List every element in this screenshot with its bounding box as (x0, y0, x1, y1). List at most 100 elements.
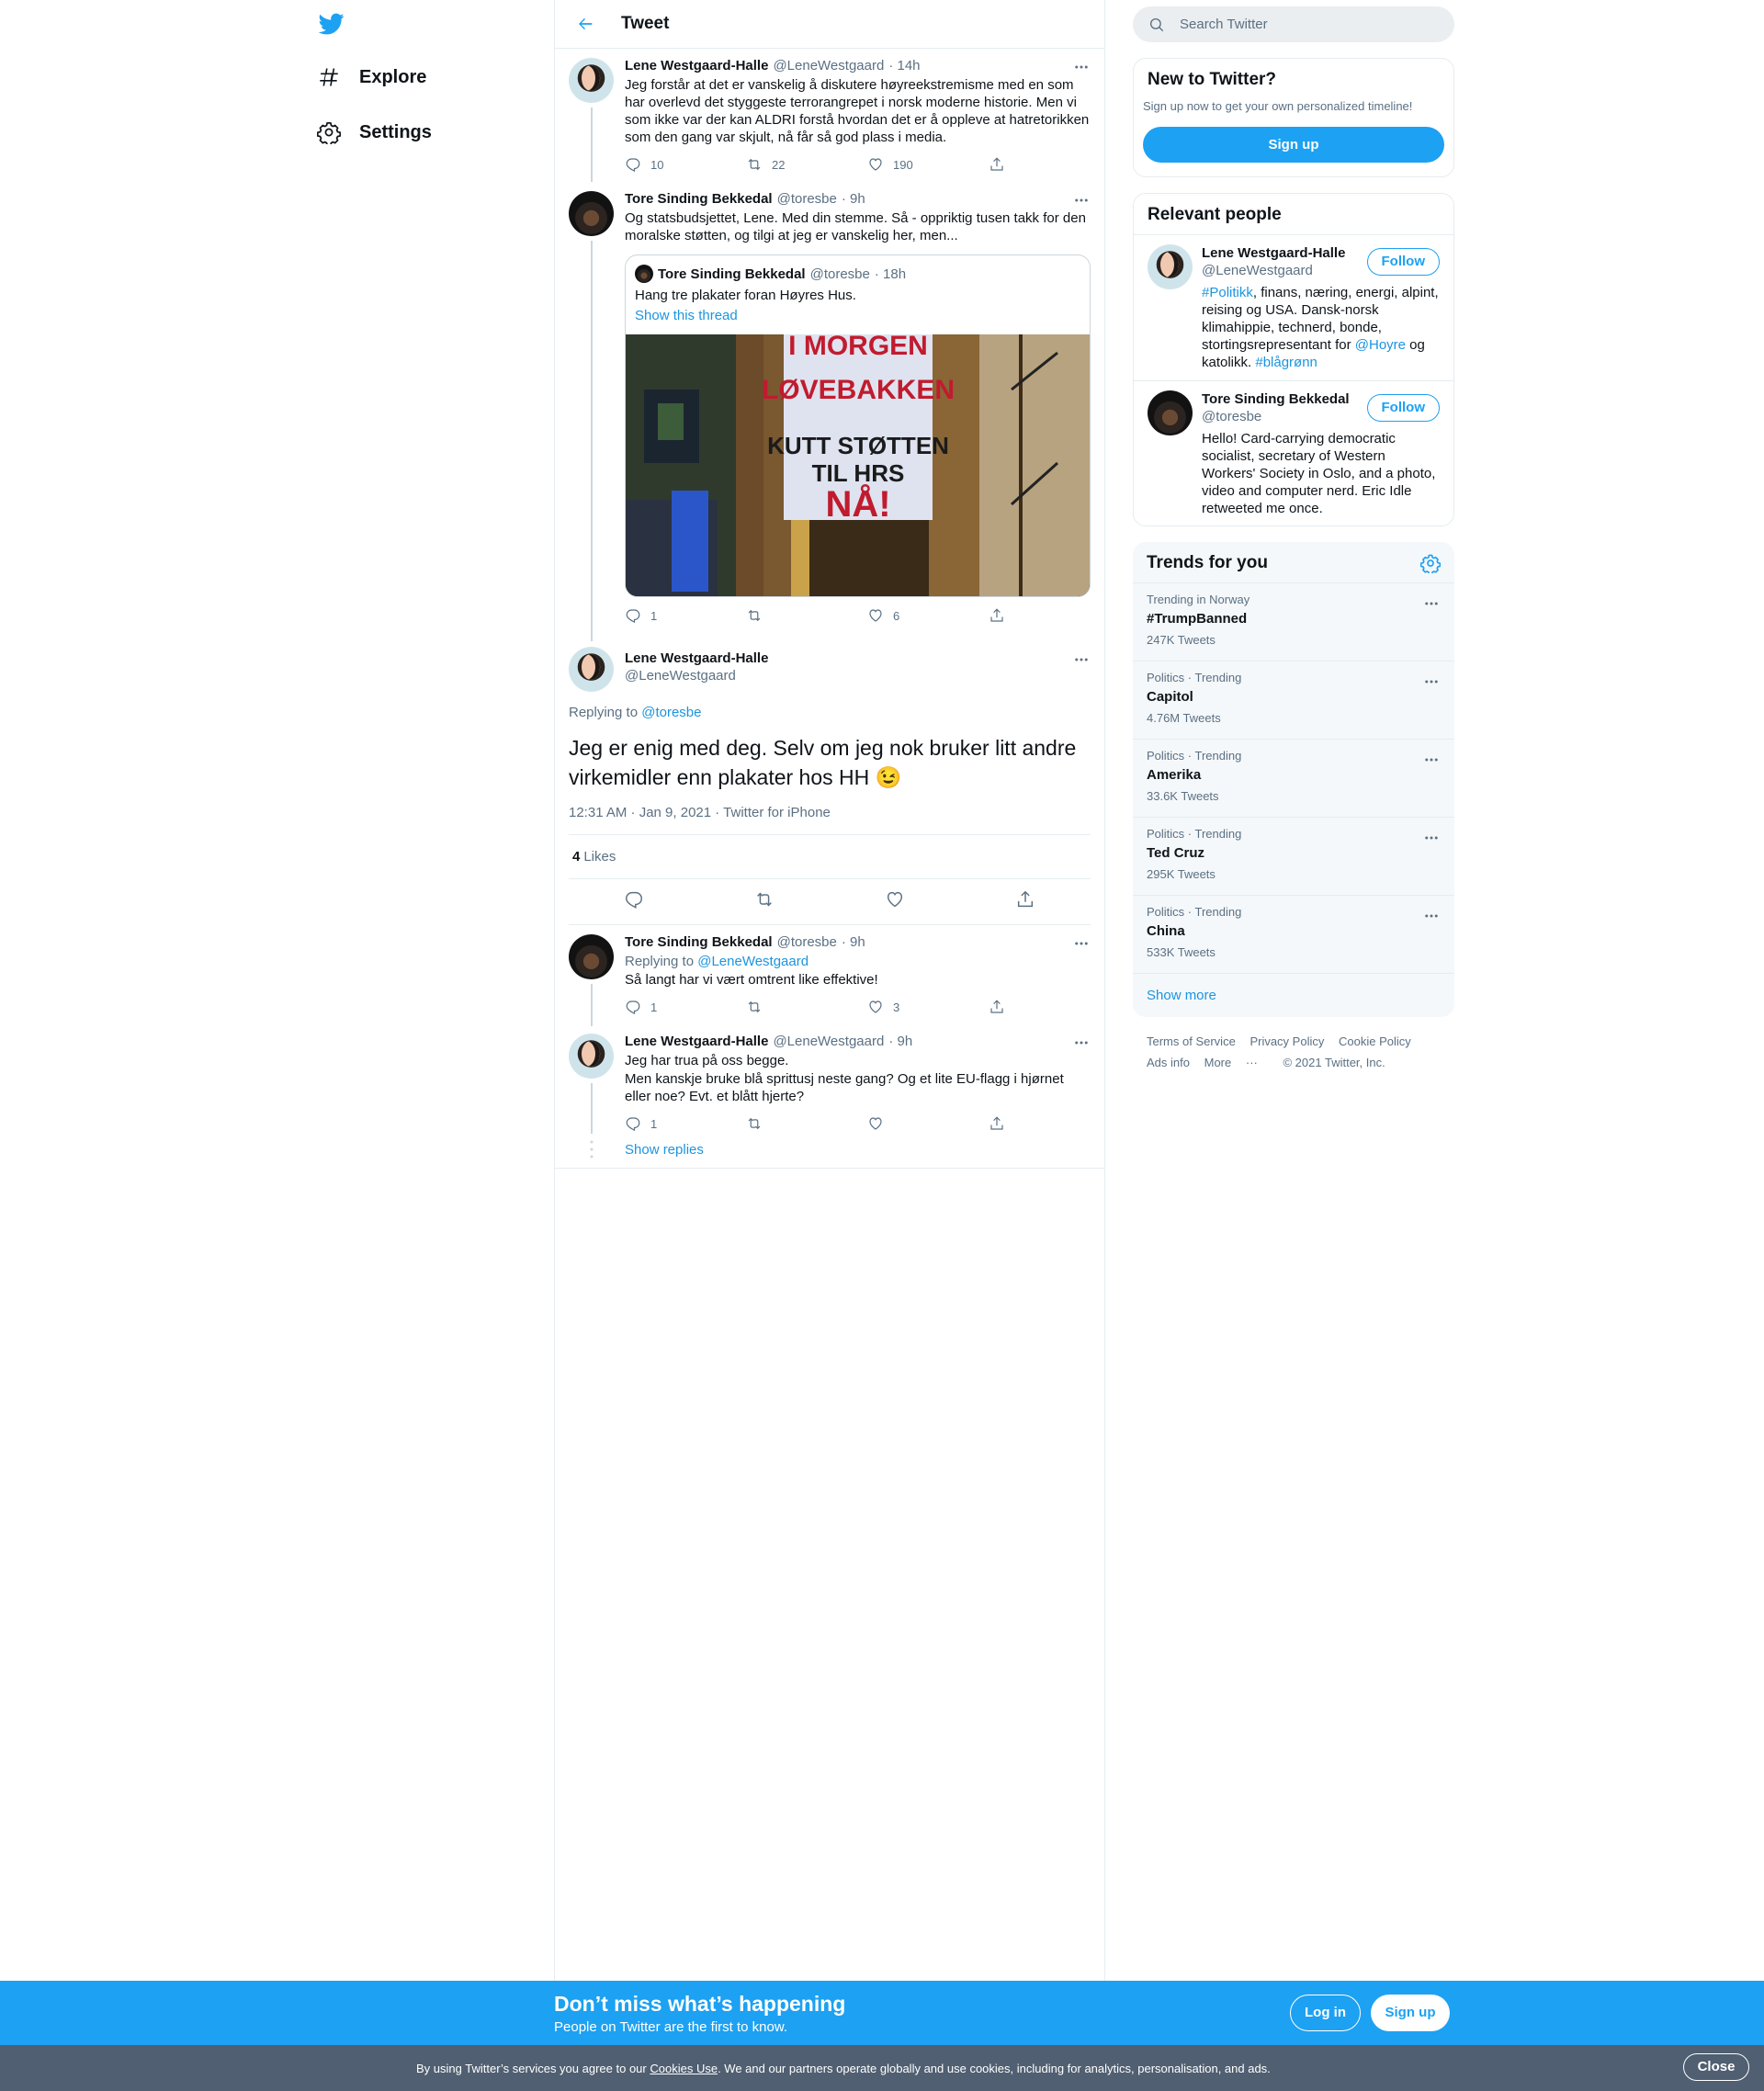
tweet-meta[interactable]: 12:31 AM · Jan 9, 2021 · Twitter for iPh… (569, 805, 1091, 835)
reply-tweet-1[interactable]: Tore Sinding Bekkedal @toresbe · 9h Repl… (555, 925, 1104, 1026)
show-replies-link[interactable]: Show replies (625, 1134, 1091, 1158)
author-handle[interactable]: @LeneWestgaard (773, 57, 884, 75)
reply-tweet-2[interactable]: Lene Westgaard-Halle @LeneWestgaard · 9h… (555, 1026, 1104, 1134)
footer-privacy-link[interactable]: Privacy Policy (1250, 1034, 1324, 1048)
author-name[interactable]: Lene Westgaard-Halle (625, 57, 768, 75)
avatar[interactable] (569, 647, 614, 692)
bio-mention[interactable]: @Hoyre (1355, 337, 1406, 353)
share-button[interactable] (1015, 889, 1035, 914)
more-button[interactable] (1072, 191, 1091, 209)
tweet-time[interactable]: · 9h (888, 1033, 912, 1051)
bio-hashtag[interactable]: #Politikk (1202, 285, 1253, 300)
sign-up-button[interactable]: Sign up (1371, 1995, 1450, 2031)
follow-button[interactable]: Follow (1366, 248, 1440, 276)
tweet-time[interactable]: · 14h (888, 57, 920, 75)
trend-item[interactable]: Politics · Trending Capitol 4.76M Tweets (1133, 661, 1454, 740)
avatar[interactable] (1148, 244, 1193, 289)
footer-ads-link[interactable]: Ads info (1147, 1056, 1190, 1069)
avatar[interactable] (569, 1034, 614, 1079)
more-button[interactable] (1072, 58, 1091, 76)
share-button[interactable] (989, 999, 1014, 1015)
log-in-button[interactable]: Log in (1290, 1995, 1361, 2031)
trend-context: Trending in Norway (1147, 593, 1250, 606)
avatar[interactable] (569, 934, 614, 979)
author-handle[interactable]: @LeneWestgaard (625, 667, 1091, 684)
tweet-time[interactable]: · 9h (842, 933, 865, 952)
like-button[interactable]: 3 (867, 999, 989, 1015)
back-button[interactable] (571, 10, 599, 38)
reply-button[interactable]: 1 (625, 607, 746, 624)
tweet-time[interactable]: · 9h (842, 190, 865, 209)
tweet-1[interactable]: Lene Westgaard-Halle @LeneWestgaard · 14… (555, 49, 1104, 182)
author-name[interactable]: Tore Sinding Bekkedal (625, 190, 773, 209)
like-button[interactable]: 190 (867, 156, 989, 173)
footer-more-link[interactable]: More ··· (1204, 1056, 1269, 1069)
trend-name: Ted Cruz (1147, 845, 1205, 861)
search-input[interactable]: Search Twitter (1133, 6, 1454, 42)
author-name[interactable]: Lene Westgaard-Halle (625, 1033, 768, 1051)
avatar[interactable] (569, 58, 614, 103)
more-button[interactable] (1422, 594, 1441, 613)
trend-item[interactable]: Politics · Trending Amerika 33.6K Tweets (1133, 740, 1454, 818)
retweet-button[interactable] (746, 607, 867, 624)
footer-cookie-link[interactable]: Cookie Policy (1339, 1034, 1411, 1048)
share-button[interactable] (989, 156, 1014, 173)
show-replies-row[interactable]: Show replies (555, 1134, 1104, 1169)
footer-terms-link[interactable]: Terms of Service (1147, 1034, 1236, 1048)
retweet-button[interactable]: 22 (746, 156, 867, 173)
author-handle[interactable]: @LeneWestgaard (773, 1033, 884, 1051)
reply-button[interactable] (624, 889, 644, 914)
cookies-use-link[interactable]: Cookies Use (650, 2062, 718, 2075)
person-lene[interactable]: Follow Lene Westgaard-Halle @LeneWestgaa… (1134, 234, 1453, 380)
trend-item[interactable]: Politics · Trending China 533K Tweets (1133, 896, 1454, 974)
more-dots-icon (1425, 758, 1438, 762)
more-button[interactable] (1422, 907, 1441, 925)
person-tore[interactable]: Follow Tore Sinding Bekkedal @toresbe He… (1134, 380, 1453, 526)
likes-summary[interactable]: 4 Likes (569, 835, 1091, 879)
likes-count: 4 (572, 849, 581, 865)
more-button[interactable] (1072, 934, 1091, 953)
quoted-tweet-image[interactable]: I MORGEN LØVEBAKKEN KUTT STØTTEN TIL HRS… (626, 334, 1090, 596)
gear-icon[interactable] (1420, 553, 1441, 573)
replying-to: Replying to @LeneWestgaard (625, 953, 1091, 970)
reply-button[interactable]: 1 (625, 999, 746, 1015)
trend-item[interactable]: Politics · Trending Ted Cruz 295K Tweets (1133, 818, 1454, 896)
reply-button[interactable]: 1 (625, 1115, 746, 1132)
author-name[interactable]: Tore Sinding Bekkedal (625, 933, 773, 952)
twitter-logo-icon[interactable] (317, 11, 350, 39)
show-more-link[interactable]: Show more (1133, 974, 1454, 1017)
retweet-button[interactable] (746, 999, 867, 1015)
author-handle[interactable]: @toresbe (777, 933, 837, 952)
author-name[interactable]: Lene Westgaard-Halle (625, 650, 1091, 667)
reply-button[interactable]: 10 (625, 156, 746, 173)
like-button[interactable] (867, 1115, 989, 1132)
prompt-subtitle: People on Twitter are the first to know. (554, 2019, 788, 2035)
more-button[interactable] (1422, 673, 1441, 691)
share-button[interactable] (989, 607, 1014, 624)
retweet-button[interactable] (754, 889, 775, 914)
author-handle[interactable]: @toresbe (777, 190, 837, 209)
bio-hashtag[interactable]: #blågrønn (1255, 355, 1317, 370)
follow-button[interactable]: Follow (1366, 394, 1440, 422)
close-button[interactable]: Close (1683, 2053, 1749, 2081)
nav-explore[interactable]: Explore (317, 59, 426, 96)
tweet-2[interactable]: Tore Sinding Bekkedal @toresbe · 9h Og s… (555, 182, 1104, 641)
like-button[interactable]: 6 (867, 607, 989, 624)
avatar[interactable] (569, 191, 614, 236)
avatar[interactable] (1148, 390, 1193, 435)
more-button[interactable] (1422, 829, 1441, 847)
trend-item[interactable]: Trending in Norway #TrumpBanned 247K Twe… (1133, 583, 1454, 661)
replying-to-link[interactable]: @toresbe (641, 705, 701, 720)
quoted-tweet[interactable]: Tore Sinding Bekkedal @toresbe · 18h Han… (625, 254, 1091, 597)
more-button[interactable] (1072, 1034, 1091, 1052)
retweet-button[interactable] (746, 1115, 867, 1132)
nav-settings[interactable]: Settings (317, 114, 432, 151)
more-button[interactable] (1072, 650, 1091, 669)
more-button[interactable] (1422, 751, 1441, 769)
show-thread-link[interactable]: Show this thread (626, 304, 1090, 334)
share-button[interactable] (989, 1115, 1014, 1132)
like-button[interactable] (885, 889, 905, 914)
replying-to-link[interactable]: @LeneWestgaard (697, 954, 808, 969)
tweet-actions: 1 (625, 1114, 1091, 1133)
sign-up-button[interactable]: Sign up (1143, 127, 1444, 163)
